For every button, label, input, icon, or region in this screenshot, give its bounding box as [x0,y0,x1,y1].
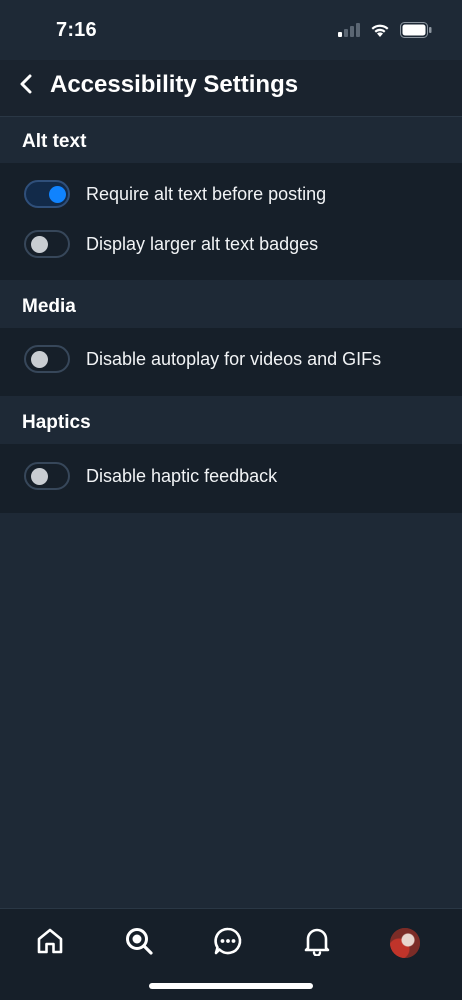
section-body-media: Disable autoplay for videos and GIFs [0,328,462,396]
status-bar: 7:16 [0,0,462,60]
nav-profile-button[interactable] [387,925,423,961]
search-icon [124,926,154,961]
status-time: 7:16 [56,19,97,41]
toggle-knob [31,351,48,368]
home-icon [35,926,65,961]
nav-home-button[interactable] [32,925,68,961]
nav-chat-button[interactable] [210,925,246,961]
nav-notifications-button[interactable] [299,925,335,961]
nav-search-button[interactable] [121,925,157,961]
section-heading-media: Media [0,282,462,328]
toggle-switch-off[interactable] [24,230,70,258]
header: Accessibility Settings [0,60,462,117]
bell-icon [302,926,332,961]
toggle-knob [31,236,48,253]
cellular-signal-icon [338,23,360,42]
toggle-switch-off[interactable] [24,462,70,490]
toggle-switch-off[interactable] [24,345,70,373]
avatar [390,928,420,958]
toggle-knob [31,468,48,485]
chat-icon [213,926,243,961]
section-heading-haptics: Haptics [0,398,462,444]
toggle-row-disable-autoplay[interactable]: Disable autoplay for videos and GIFs [0,336,462,386]
wifi-icon [370,23,390,43]
section-heading-label: Haptics [22,412,91,433]
back-button[interactable] [12,72,40,100]
section-body-alt-text: Require alt text before posting Display … [0,163,462,280]
section-heading-label: Media [22,296,76,317]
battery-icon [400,22,432,43]
toggle-label: Require alt text before posting [86,184,327,204]
section-heading-label: Alt text [22,131,87,152]
home-indicator [149,983,313,989]
chevron-left-icon [19,74,33,99]
page-title: Accessibility Settings [50,71,299,98]
section-body-haptics: Disable haptic feedback [0,444,462,513]
screen: 7:16 Accessibility Settings Alt text Req… [0,0,462,1000]
toggle-label: Display larger alt text badges [86,234,319,254]
section-heading-alt-text: Alt text [0,117,462,163]
toggle-knob [49,186,66,203]
toggle-row-require-alt-text[interactable]: Require alt text before posting [0,171,462,221]
toggle-switch-on[interactable] [24,180,70,208]
toggle-row-disable-haptics[interactable]: Disable haptic feedback [0,453,462,503]
status-icons [338,22,432,43]
toggle-label: Disable autoplay for videos and GIFs [86,349,382,369]
toggle-label: Disable haptic feedback [86,466,278,486]
toggle-row-larger-alt-badges[interactable]: Display larger alt text badges [0,221,462,271]
